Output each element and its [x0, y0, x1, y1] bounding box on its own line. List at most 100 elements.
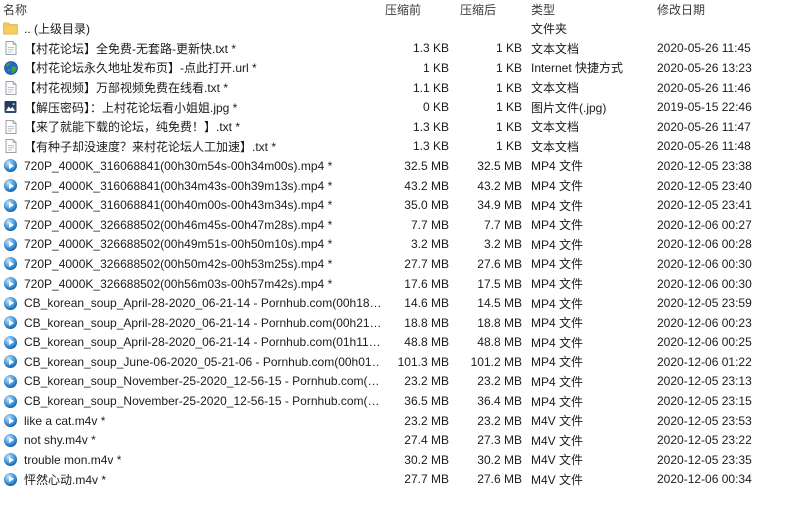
folder-icon — [3, 22, 18, 36]
file-row[interactable]: CB_korean_soup_November-25-2020_12-56-15… — [0, 372, 800, 392]
file-type: 文本文档 — [523, 40, 655, 57]
size-before: 7.7 MB — [380, 218, 450, 232]
modified-date: 2020-12-05 23:13 — [655, 374, 800, 388]
size-after: 14.5 MB — [450, 296, 523, 310]
file-row[interactable]: CB_korean_soup_November-25-2020_12-56-15… — [0, 391, 800, 411]
video-file-icon — [4, 218, 17, 231]
file-row[interactable]: 720P_4000K_316068841(00h30m54s-00h34m00s… — [0, 156, 800, 176]
column-header-row: 名称 压缩前 压缩后 类型 修改日期 — [0, 0, 800, 19]
file-type: M4V 文件 — [523, 432, 655, 449]
file-name: trouble mon.m4v * — [24, 453, 121, 467]
file-type: M4V 文件 — [523, 451, 655, 468]
file-row[interactable]: .. (上级目录)文件夹 — [0, 19, 800, 39]
column-header-type[interactable]: 类型 — [523, 1, 655, 18]
modified-date: 2020-12-06 00:27 — [655, 218, 800, 232]
file-name: 【有种子却没速度？来村花论坛人工加速】.txt * — [24, 138, 276, 155]
file-name: 720P_4000K_316068841(00h34m43s-00h39m13s… — [24, 179, 332, 193]
file-row[interactable]: not shy.m4v *27.4 MB27.3 MBM4V 文件2020-12… — [0, 430, 800, 450]
internet-shortcut-icon — [3, 61, 18, 75]
file-row[interactable]: 【村花视频】万部视频免费在线看.txt *1.1 KB1 KB文本文档2020-… — [0, 78, 800, 98]
column-header-name[interactable]: 名称 — [0, 1, 380, 18]
file-name: 【解压密码】：上村花论坛看小姐姐.jpg * — [24, 99, 237, 116]
size-before: 35.0 MB — [380, 198, 450, 212]
size-before: 48.8 MB — [380, 335, 450, 349]
video-file-icon — [4, 473, 17, 486]
file-row[interactable]: 【村花论坛永久地址发布页】-点此打开.url *1 KB1 KBInternet… — [0, 58, 800, 78]
file-name-cell: CB_korean_soup_November-25-2020_12-56-15… — [0, 374, 380, 388]
file-type: M4V 文件 — [523, 471, 655, 488]
file-type: MP4 文件 — [523, 295, 655, 312]
size-after: 48.8 MB — [450, 335, 523, 349]
file-type: 图片文件(.jpg) — [523, 99, 655, 116]
file-name-cell: like a cat.m4v * — [0, 414, 380, 428]
file-name: 720P_4000K_326688502(00h56m03s-00h57m42s… — [24, 277, 332, 291]
file-row[interactable]: CB_korean_soup_June-06-2020_05-21-06 - P… — [0, 352, 800, 372]
column-header-size-after[interactable]: 压缩后 — [450, 1, 523, 18]
file-type: MP4 文件 — [523, 255, 655, 272]
file-type: MP4 文件 — [523, 353, 655, 370]
file-row[interactable]: 【来了就能下载的论坛，纯免费！】.txt *1.3 KB1 KB文本文档2020… — [0, 117, 800, 137]
file-name: 720P_4000K_316068841(00h30m54s-00h34m00s… — [24, 159, 332, 173]
file-name-cell: 【村花视频】万部视频免费在线看.txt * — [0, 79, 380, 96]
size-before: 0 KB — [380, 100, 450, 114]
file-row[interactable]: trouble mon.m4v *30.2 MB30.2 MBM4V 文件202… — [0, 450, 800, 470]
file-row[interactable]: CB_korean_soup_April-28-2020_06-21-14 - … — [0, 313, 800, 333]
file-name: 720P_4000K_326688502(00h50m42s-00h53m25s… — [24, 257, 332, 271]
file-name: .. (上级目录) — [24, 20, 90, 37]
file-row[interactable]: like a cat.m4v *23.2 MB23.2 MBM4V 文件2020… — [0, 411, 800, 431]
file-row[interactable]: 720P_4000K_326688502(00h46m45s-00h47m28s… — [0, 215, 800, 235]
modified-date: 2020-12-05 23:59 — [655, 296, 800, 310]
file-type: MP4 文件 — [523, 177, 655, 194]
modified-date: 2020-12-05 23:40 — [655, 179, 800, 193]
file-row[interactable]: 720P_4000K_326688502(00h50m42s-00h53m25s… — [0, 254, 800, 274]
size-before: 27.7 MB — [380, 472, 450, 486]
video-file-icon — [4, 355, 17, 368]
file-row[interactable]: 怦然心动.m4v *27.7 MB27.6 MBM4V 文件2020-12-06… — [0, 470, 800, 490]
file-name: CB_korean_soup_June-06-2020_05-21-06 - P… — [24, 355, 380, 369]
column-header-size-before[interactable]: 压缩前 — [380, 1, 450, 18]
video-file-icon — [4, 395, 17, 408]
modified-date: 2020-05-26 11:46 — [655, 81, 800, 95]
file-type: 文本文档 — [523, 138, 655, 155]
size-after: 101.2 MB — [450, 355, 523, 369]
file-row[interactable]: CB_korean_soup_April-28-2020_06-21-14 - … — [0, 333, 800, 353]
file-row[interactable]: 【村花论坛】全免费-无套路-更新快.txt *1.3 KB1 KB文本文档202… — [0, 39, 800, 59]
modified-date: 2020-05-26 11:47 — [655, 120, 800, 134]
size-before: 1.3 KB — [380, 120, 450, 134]
file-row[interactable]: CB_korean_soup_April-28-2020_06-21-14 - … — [0, 293, 800, 313]
size-after: 23.2 MB — [450, 414, 523, 428]
file-type: M4V 文件 — [523, 412, 655, 429]
file-row[interactable]: 720P_4000K_316068841(00h34m43s-00h39m13s… — [0, 176, 800, 196]
modified-date: 2020-05-26 11:48 — [655, 139, 800, 153]
file-name: 720P_4000K_316068841(00h40m00s-00h43m34s… — [24, 198, 332, 212]
file-type: MP4 文件 — [523, 393, 655, 410]
file-row[interactable]: 【有种子却没速度？来村花论坛人工加速】.txt *1.3 KB1 KB文本文档2… — [0, 137, 800, 157]
file-name: like a cat.m4v * — [24, 414, 105, 428]
file-name-cell: 【解压密码】：上村花论坛看小姐姐.jpg * — [0, 99, 380, 116]
size-after: 36.4 MB — [450, 394, 523, 408]
size-after: 30.2 MB — [450, 453, 523, 467]
size-after: 17.5 MB — [450, 277, 523, 291]
size-after: 27.3 MB — [450, 433, 523, 447]
file-name: CB_korean_soup_April-28-2020_06-21-14 - … — [24, 316, 380, 330]
video-file-icon — [4, 257, 17, 270]
video-file-icon — [4, 238, 17, 251]
text-file-icon — [3, 120, 18, 134]
file-name-cell: 720P_4000K_316068841(00h34m43s-00h39m13s… — [0, 179, 380, 193]
video-file-icon — [4, 277, 17, 290]
file-row[interactable]: 720P_4000K_326688502(00h49m51s-00h50m10s… — [0, 235, 800, 255]
file-name-cell: 怦然心动.m4v * — [0, 471, 380, 488]
file-name: CB_korean_soup_April-28-2020_06-21-14 - … — [24, 335, 380, 349]
size-after: 27.6 MB — [450, 257, 523, 271]
file-row[interactable]: 720P_4000K_316068841(00h40m00s-00h43m34s… — [0, 195, 800, 215]
video-file-icon — [4, 179, 17, 192]
size-after: 18.8 MB — [450, 316, 523, 330]
modified-date: 2020-12-06 00:34 — [655, 472, 800, 486]
size-before: 14.6 MB — [380, 296, 450, 310]
file-name-cell: 720P_4000K_326688502(00h46m45s-00h47m28s… — [0, 218, 380, 232]
file-name: CB_korean_soup_November-25-2020_12-56-15… — [24, 394, 380, 408]
file-row[interactable]: 【解压密码】：上村花论坛看小姐姐.jpg *0 KB1 KB图片文件(.jpg)… — [0, 97, 800, 117]
modified-date: 2020-12-06 00:23 — [655, 316, 800, 330]
column-header-modified[interactable]: 修改日期 — [655, 1, 800, 18]
file-row[interactable]: 720P_4000K_326688502(00h56m03s-00h57m42s… — [0, 274, 800, 294]
